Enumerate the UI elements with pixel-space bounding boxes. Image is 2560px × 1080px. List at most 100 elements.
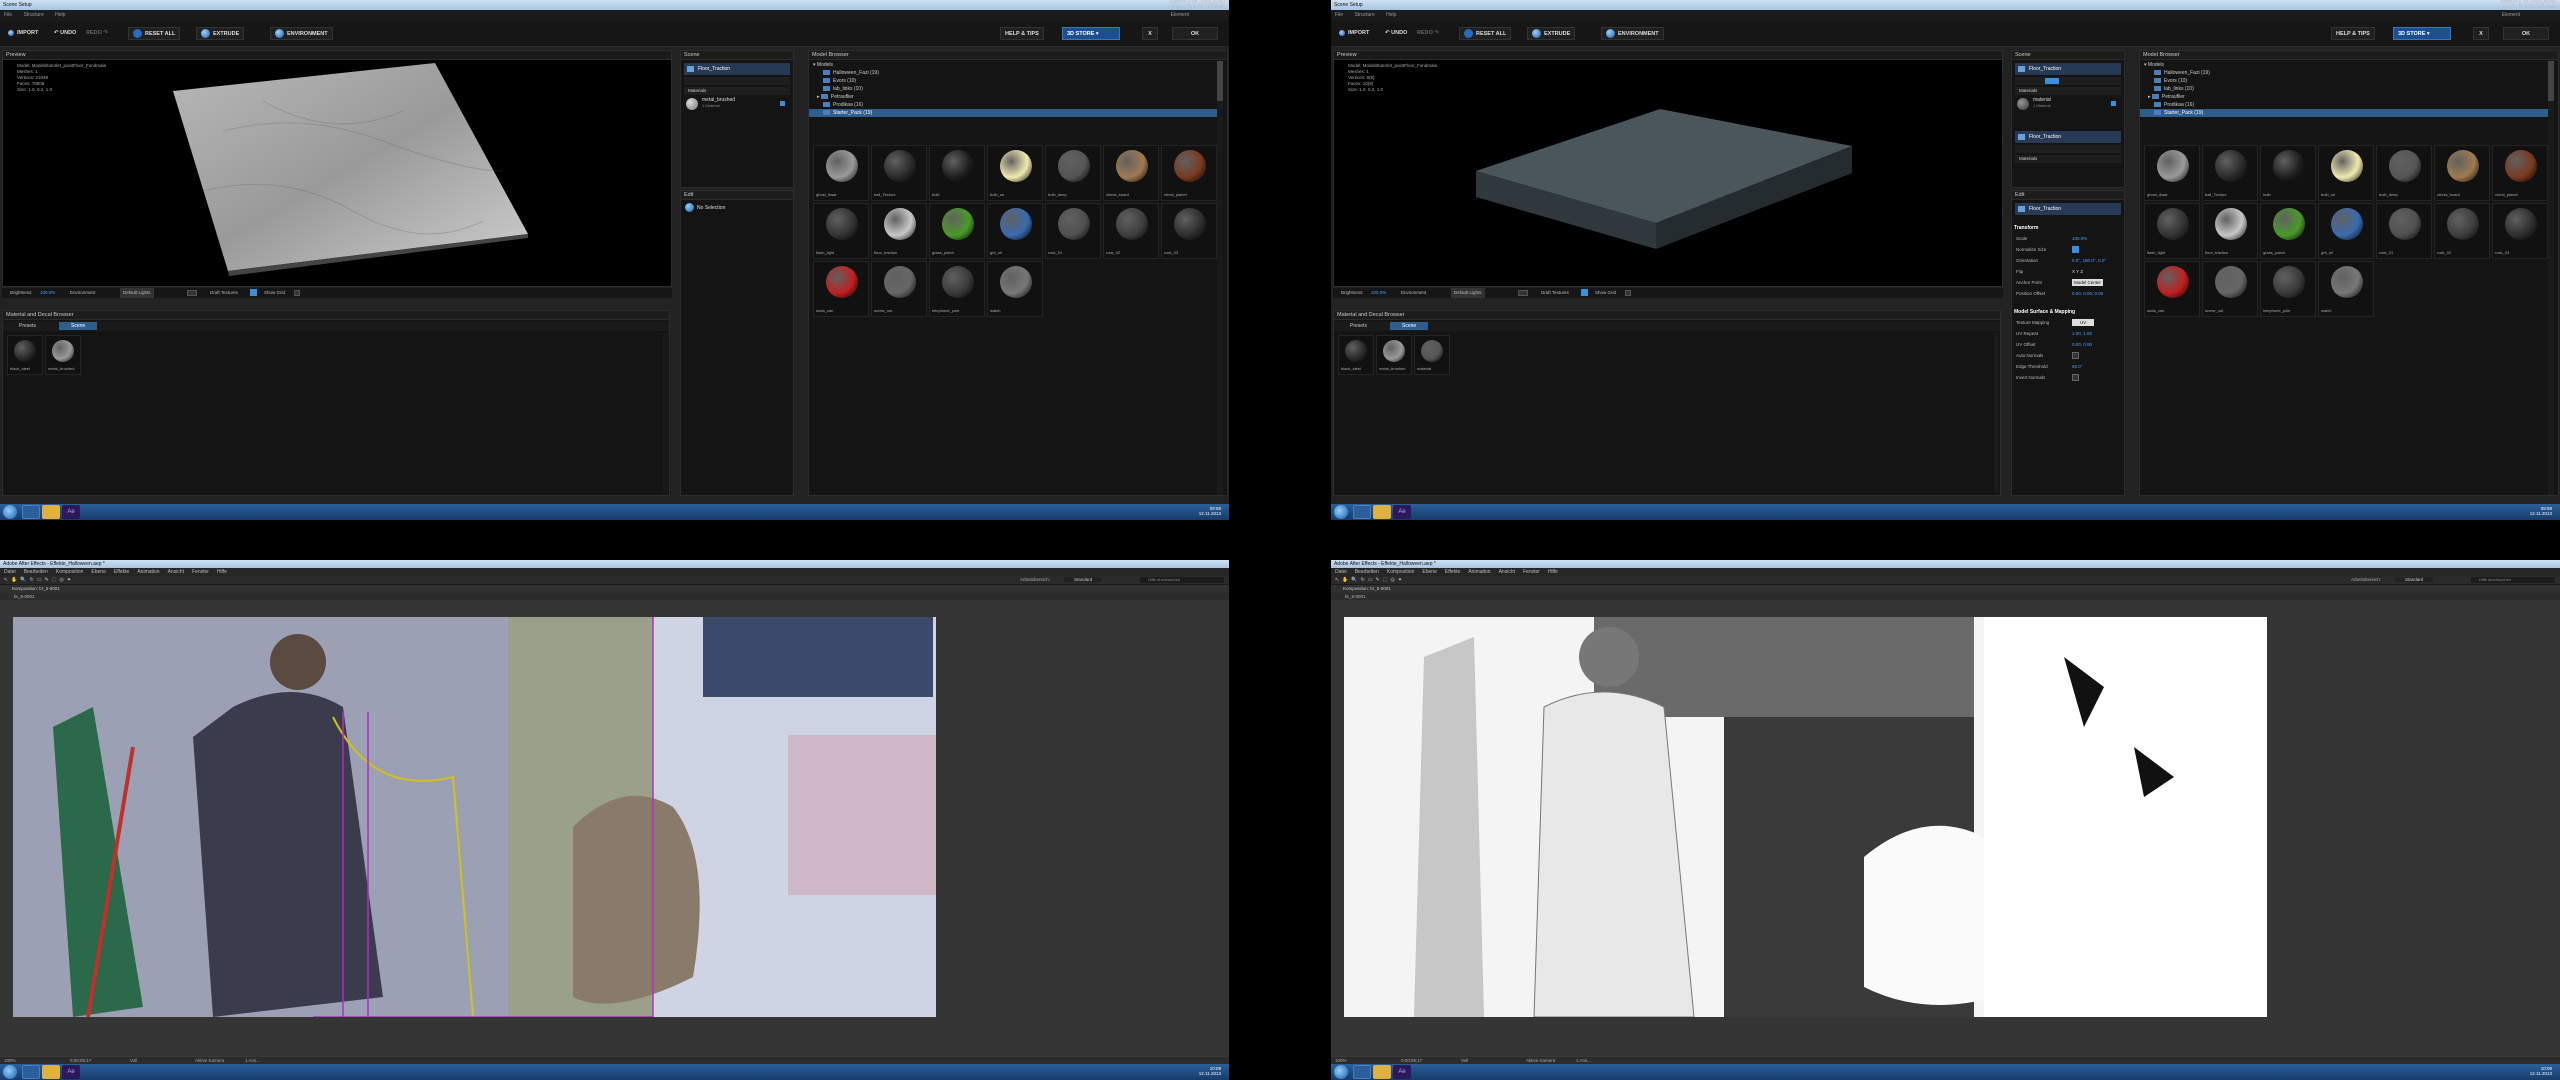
menu-ansicht[interactable]: Ansicht <box>1499 569 1515 575</box>
texture-mapping-select[interactable]: UV <box>2072 319 2095 326</box>
close-button[interactable]: X <box>1142 27 1158 40</box>
brightness-value[interactable]: 100.0% <box>1371 288 1386 298</box>
material-visible-checkbox[interactable] <box>780 101 785 106</box>
extrude-button[interactable]: EXTRUDE <box>1527 27 1576 40</box>
tree-folder[interactable]: ▸ Petrauflier <box>2140 93 2550 101</box>
tree-folder[interactable]: ▸ Petrauflier <box>809 93 1219 101</box>
model-thumbnail[interactable]: rock_03 <box>1161 203 1217 259</box>
start-button[interactable] <box>1334 1065 1348 1079</box>
model-thumbnail[interactable]: rock_02 <box>2434 203 2490 259</box>
model-thumbnail[interactable]: metal_brushed <box>1376 335 1412 375</box>
explorer-taskbar-icon[interactable] <box>1353 1065 1371 1079</box>
help-tips-button[interactable]: HELP & TIPS <box>2331 27 2375 40</box>
show-grid-checkbox[interactable] <box>1625 290 1631 296</box>
tree-folder[interactable]: Evors (10) <box>2140 77 2550 85</box>
menu-hilfe[interactable]: Hilfe <box>217 569 227 575</box>
model-thumbnail[interactable]: chest_planet <box>2492 145 2548 201</box>
tab-scene[interactable]: Scene <box>59 322 98 330</box>
tree-root[interactable]: ▾ Models <box>2140 61 2550 69</box>
after-effects-taskbar-icon[interactable]: Ae <box>1393 505 1411 519</box>
import-button[interactable]: IMPORT <box>4 27 42 40</box>
model-thumbnail[interactable]: rock_02 <box>1103 203 1159 259</box>
material-scrollbar[interactable] <box>663 333 668 493</box>
tab-presets[interactable]: Presets <box>11 322 44 330</box>
undo-button[interactable]: ↶ UNDO <box>1381 27 1411 40</box>
model-thumbnail[interactable]: ball_Textors <box>871 145 927 201</box>
menu-fenster[interactable]: Fenster <box>1523 569 1540 575</box>
folder-taskbar-icon[interactable] <box>42 1065 60 1079</box>
invert-normals-checkbox[interactable] <box>2072 374 2079 381</box>
preview-viewport[interactable] <box>1334 51 2002 286</box>
menu-effekte[interactable]: Effekte <box>1445 569 1460 575</box>
model-thumbnail[interactable]: watch <box>2318 261 2374 317</box>
uv-repeat-value[interactable]: 1.00, 1.00 <box>2072 328 2092 339</box>
anchor-point-select[interactable]: Model Center <box>2072 279 2104 286</box>
composition-viewer[interactable] <box>1344 617 2267 1017</box>
after-effects-taskbar-icon[interactable]: Ae <box>62 1065 80 1079</box>
tab-scene[interactable]: Scene <box>1390 322 1429 330</box>
tool-icons[interactable]: ↖✋🔍↻▭✎⬚◎✦ <box>4 577 74 583</box>
draft-textures-checkbox[interactable] <box>250 289 257 296</box>
material-item[interactable]: material 1 Material <box>2017 97 2121 111</box>
tool-icons[interactable]: ↖✋🔍↻▭✎⬚◎✦ <box>1335 577 1405 583</box>
menu-ebene[interactable]: Ebene <box>1422 569 1436 575</box>
explorer-taskbar-icon[interactable] <box>22 1065 40 1079</box>
tree-folder[interactable]: Prodikaa (16) <box>809 101 1219 109</box>
model-browser-scrollbar[interactable] <box>2548 61 2554 495</box>
extrude-button[interactable]: EXTRUDE <box>196 27 245 40</box>
help-search-input[interactable]: Hilfe durchsuchen <box>1140 577 1224 583</box>
reset-all-button[interactable]: RESET ALL <box>128 27 181 40</box>
model-thumbnail[interactable]: watch <box>987 261 1043 317</box>
menu-file[interactable]: File <box>4 12 12 18</box>
model-thumbnail[interactable]: ball_Textors <box>2202 145 2258 201</box>
tree-folder-selected[interactable]: Starter_Pack (19) <box>809 109 1219 117</box>
tree-folder[interactable]: lab_links (10) <box>809 85 1219 93</box>
show-grid-checkbox[interactable] <box>294 290 300 296</box>
model-thumbnail[interactable]: black_steel <box>1338 335 1374 375</box>
menu-animation[interactable]: Animation <box>1468 569 1490 575</box>
model-thumbnail[interactable]: bulb_deep <box>2376 145 2432 201</box>
ok-button[interactable]: OK <box>2503 27 2549 40</box>
model-thumbnail[interactable]: ghost_dwar <box>813 145 869 201</box>
model-thumbnail[interactable]: material <box>1414 335 1450 375</box>
tree-folder[interactable]: lab_links (10) <box>2140 85 2550 93</box>
start-button[interactable] <box>3 1065 17 1079</box>
close-button[interactable]: X <box>2473 27 2489 40</box>
model-thumbnail[interactable]: rock_03 <box>2492 203 2548 259</box>
model-thumbnail[interactable]: screw_nut <box>871 261 927 317</box>
edit-object-item[interactable]: Floor_Traction <box>2015 203 2121 215</box>
model-thumbnail[interactable]: ghost_dwar <box>2144 145 2200 201</box>
tree-root[interactable]: ▾ Models <box>809 61 1219 69</box>
flip-toggles[interactable]: X Y Z <box>2072 266 2083 277</box>
menu-bearbeiten[interactable]: Bearbeiten <box>1355 569 1379 575</box>
auto-normals-checkbox[interactable] <box>2072 352 2079 359</box>
model-thumbnail[interactable]: bulb_on <box>2318 145 2374 201</box>
model-thumbnail[interactable]: bulb_deep <box>1045 145 1101 201</box>
after-effects-taskbar-icon[interactable]: Ae <box>62 505 80 519</box>
model-thumbnail[interactable]: rock_01 <box>1045 203 1101 259</box>
comp-subtab[interactable]: br_5-0001 <box>0 593 1229 600</box>
redo-button[interactable]: REDO ↷ <box>82 27 112 40</box>
uv-offset-value[interactable]: 0.00, 0.00 <box>2072 339 2092 350</box>
scene-object-item[interactable]: Floor_Traction <box>684 63 790 75</box>
model-thumbnail[interactable]: grass_patch <box>2260 203 2316 259</box>
menu-datei[interactable]: Datei <box>4 569 16 575</box>
model-browser-scrollbar[interactable] <box>1217 61 1223 495</box>
comp-subtab[interactable]: br_5-0001 <box>1331 593 2560 600</box>
scene-object-item-2[interactable]: Floor_Traction <box>2015 131 2121 143</box>
environment-select[interactable]: Default Lights <box>1451 288 1485 298</box>
menu-datei[interactable]: Datei <box>1335 569 1347 575</box>
environment-button[interactable]: ENVIRONMENT <box>1601 27 1664 40</box>
menu-help[interactable]: Help <box>55 12 65 18</box>
help-tips-button[interactable]: HELP & TIPS <box>1000 27 1044 40</box>
folder-taskbar-icon[interactable] <box>1373 505 1391 519</box>
tree-folder[interactable]: Halloween_Fazi (19) <box>809 69 1219 77</box>
menu-komposition[interactable]: Komposition <box>56 569 84 575</box>
model-thumbnail[interactable]: metal_brushed <box>45 335 81 375</box>
scene-tool-strip-2[interactable] <box>2015 145 2121 153</box>
menu-file[interactable]: File <box>1335 12 1343 18</box>
menu-fenster[interactable]: Fenster <box>192 569 209 575</box>
model-thumbnail[interactable]: chess_board <box>1103 145 1159 201</box>
3d-store-button[interactable]: 3D STORE ▾ <box>2393 27 2451 40</box>
ok-button[interactable]: OK <box>1172 27 1218 40</box>
